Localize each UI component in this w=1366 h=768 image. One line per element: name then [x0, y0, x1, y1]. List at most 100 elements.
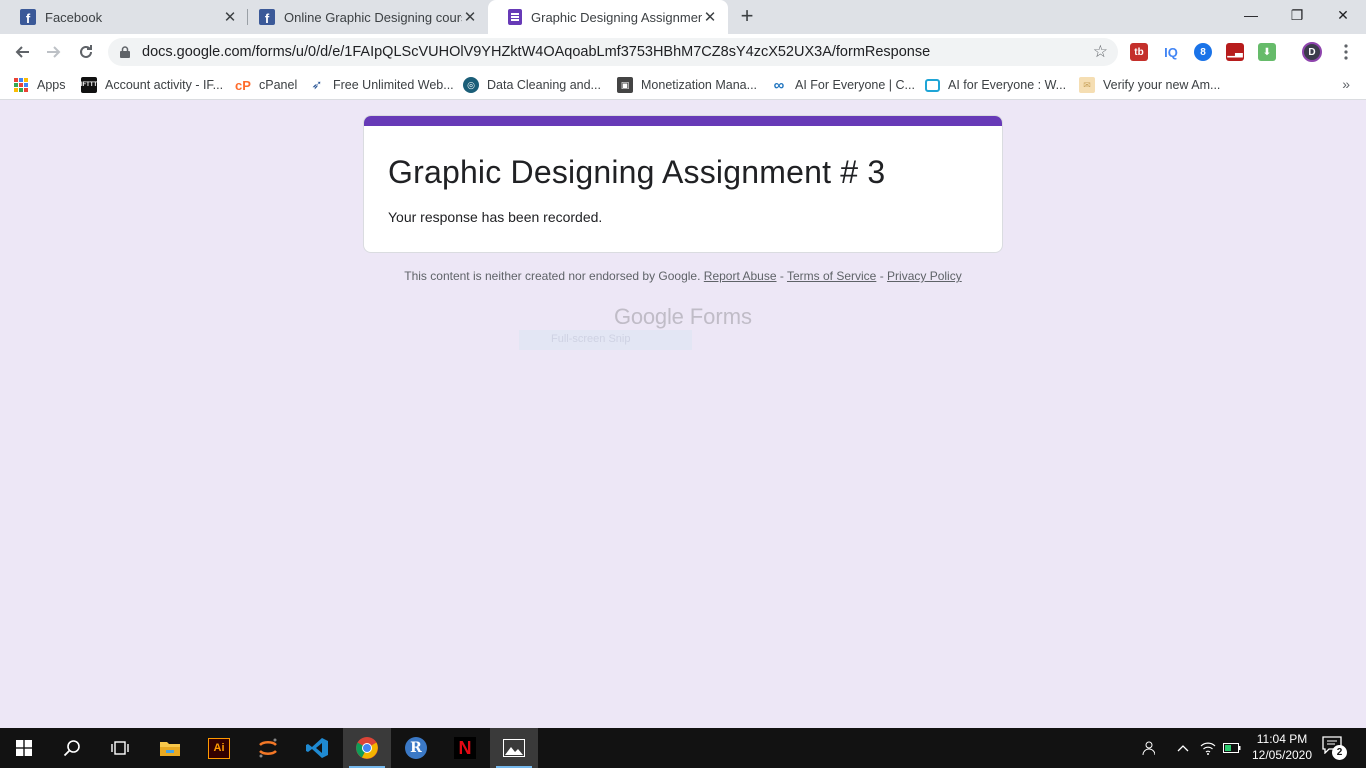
page-icon: ▣ — [617, 77, 633, 93]
notification-center-icon[interactable]: 2 — [1322, 736, 1348, 760]
chart-icon[interactable]: ▁▃ — [1226, 43, 1244, 61]
file-explorer-icon[interactable] — [146, 728, 194, 768]
chevron-double-right-icon[interactable]: » — [1342, 76, 1350, 92]
vscode-icon[interactable] — [293, 728, 341, 768]
close-tab-icon[interactable]: ✕ — [702, 9, 718, 26]
bookmark-icon: IFTTT — [81, 77, 97, 93]
form-accent-bar — [364, 116, 1002, 126]
bookmark-label: Free Unlimited Web... — [333, 78, 454, 92]
tab-graphic-designing-assignment[interactable]: Graphic Designing Assignment # ✕ — [488, 0, 728, 34]
bookmarks-bar: Apps IFTTT Account activity - IF... cP c… — [0, 70, 1366, 100]
illustrator-icon[interactable]: Ai — [195, 728, 243, 768]
close-tab-icon[interactable]: ✕ — [462, 9, 478, 26]
extension-icon[interactable]: 8 — [1194, 43, 1212, 61]
bookmark-account-activity[interactable]: IFTTT Account activity - IF... — [81, 76, 223, 94]
bookmark-label: cPanel — [259, 78, 298, 92]
back-button[interactable] — [8, 38, 36, 66]
new-tab-button[interactable]: + — [736, 5, 758, 28]
bookmark-ai-for-everyone-w[interactable]: AI for Everyone : W... — [925, 76, 1066, 94]
tab-title: Online Graphic Designing course — [284, 9, 462, 25]
bookmark-data-cleaning[interactable]: ◎ Data Cleaning and... — [463, 76, 601, 94]
notification-count: 2 — [1332, 745, 1347, 760]
footer-disclaimer: This content is neither created nor endo… — [0, 269, 1366, 283]
bookmark-label: Verify your new Am... — [1103, 78, 1221, 92]
apps-grid-icon — [14, 78, 28, 92]
chrome-icon[interactable] — [343, 728, 391, 768]
confirmation-message: Your response has been recorded. — [388, 209, 603, 225]
snip-tooltip: Full-screen Snip — [519, 330, 692, 350]
tubebuddy-icon[interactable]: tb — [1130, 43, 1148, 61]
clock-time: 11:04 PM — [1256, 732, 1308, 746]
lock-icon — [120, 46, 130, 58]
form-title: Graphic Designing Assignment # 3 — [388, 154, 886, 190]
bookmark-label: Apps — [37, 78, 66, 92]
arrow-left-icon — [15, 46, 29, 58]
bookmark-label: AI For Everyone | C... — [795, 78, 915, 92]
bookmark-free-unlimited-web[interactable]: ➶ Free Unlimited Web... — [309, 76, 454, 94]
chevron-up-icon[interactable] — [1170, 728, 1196, 768]
report-abuse-link[interactable]: Report Abuse — [704, 269, 777, 283]
logo-google-text: Google — [613, 304, 684, 329]
reload-icon — [80, 45, 92, 58]
facebook-icon: f — [259, 9, 275, 25]
bird-icon: ➶ — [311, 77, 323, 92]
browser-toolbar: docs.google.com/forms/u/0/d/e/1FAIpQLScV… — [0, 34, 1366, 70]
cpanel-icon: cP — [235, 77, 251, 93]
bookmark-monetization[interactable]: ▣ Monetization Mana... — [617, 76, 757, 94]
reload-button[interactable] — [72, 38, 100, 66]
people-icon[interactable] — [1134, 728, 1160, 768]
bookmark-star-icon[interactable]: ☆ — [1093, 42, 1108, 62]
tab-strip: f Facebook ✕ f Online Graphic Designing … — [0, 0, 1366, 34]
mail-icon: ✉ — [1079, 77, 1095, 93]
separator: - — [879, 269, 884, 283]
search-icon[interactable] — [48, 728, 96, 768]
form-confirmation-card: Graphic Designing Assignment # 3 Your re… — [363, 115, 1003, 253]
tv-icon — [925, 78, 940, 92]
logo-forms-text: Forms — [689, 304, 753, 329]
tab-title: Facebook — [45, 9, 103, 25]
inbox-icon[interactable]: ⬇ — [1258, 43, 1276, 61]
terms-of-service-link[interactable]: Terms of Service — [787, 269, 876, 283]
tab-facebook[interactable]: f Facebook ✕ — [0, 0, 248, 34]
bookmark-label: Data Cleaning and... — [487, 78, 601, 92]
tab-title: Graphic Designing Assignment # — [531, 9, 702, 25]
photos-icon[interactable] — [490, 728, 538, 768]
task-view-icon[interactable] — [96, 728, 144, 768]
menu-button[interactable] — [1332, 38, 1360, 66]
google-forms-icon — [508, 9, 522, 25]
profile-icon[interactable]: D — [1302, 42, 1322, 62]
bookmark-verify-amazon[interactable]: ✉ Verify your new Am... — [1079, 76, 1220, 94]
jupyter-icon[interactable] — [244, 728, 292, 768]
bookmark-cpanel[interactable]: cP cPanel — [235, 76, 297, 94]
tab-online-graphic-designing[interactable]: f Online Graphic Designing course ✕ — [248, 0, 488, 34]
separator: - — [779, 269, 784, 283]
wifi-icon[interactable] — [1196, 728, 1220, 768]
facebook-icon: f — [20, 9, 36, 25]
forward-button[interactable] — [40, 38, 68, 66]
bookmark-label: AI for Everyone : W... — [948, 78, 1067, 92]
close-tab-icon[interactable]: ✕ — [222, 9, 238, 26]
bookmark-label: Account activity - IF... — [105, 78, 224, 92]
maximize-button[interactable]: ❐ — [1274, 0, 1320, 30]
kebab-menu-icon — [1344, 44, 1348, 60]
r-icon[interactable]: R — [392, 728, 440, 768]
minimize-button[interactable]: — — [1228, 0, 1274, 30]
bookmark-label: Monetization Mana... — [641, 78, 758, 92]
infinity-icon: ∞ — [773, 76, 785, 94]
system-clock[interactable]: 11:04 PM 12/05/2020 — [1244, 731, 1320, 763]
privacy-policy-link[interactable]: Privacy Policy — [887, 269, 962, 283]
bookmark-apps[interactable]: Apps — [14, 76, 66, 94]
url-text: docs.google.com/forms/u/0/d/e/1FAIpQLScV… — [142, 44, 931, 60]
disclaimer-text: This content is neither created nor endo… — [404, 269, 701, 283]
bookmark-ai-for-everyone-coursera[interactable]: ∞ AI For Everyone | C... — [771, 76, 915, 94]
globe-icon: ◎ — [463, 77, 479, 93]
close-window-button[interactable]: ✕ — [1320, 0, 1366, 30]
google-forms-logo[interactable]: Google Forms — [0, 304, 1366, 330]
address-bar[interactable]: docs.google.com/forms/u/0/d/e/1FAIpQLScV… — [108, 38, 1118, 66]
netflix-icon[interactable]: N — [441, 728, 489, 768]
iq-icon[interactable]: IQ — [1162, 43, 1180, 61]
clock-date: 12/05/2020 — [1251, 748, 1313, 762]
windows-start-icon[interactable] — [0, 728, 48, 768]
windows-taskbar: Ai R N 11:04 PM 12/05/2020 2 — [0, 728, 1366, 768]
battery-icon[interactable] — [1220, 728, 1244, 768]
